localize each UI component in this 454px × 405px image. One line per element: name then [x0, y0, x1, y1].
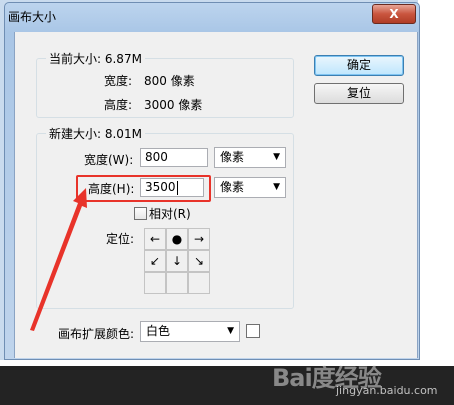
watermark-url: jingyan.baidu.com — [336, 384, 438, 397]
annotation-arrow-icon — [30, 188, 87, 331]
